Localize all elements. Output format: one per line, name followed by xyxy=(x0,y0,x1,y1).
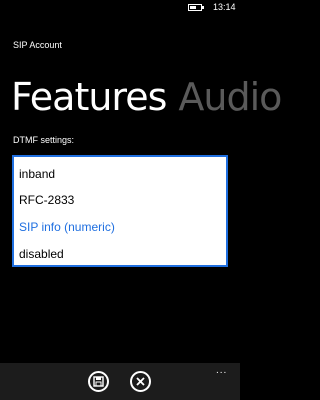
save-icon xyxy=(93,376,104,387)
status-bar: 13:14 xyxy=(0,0,240,16)
app-title: SIP Account xyxy=(13,40,62,50)
more-menu-button[interactable]: ... xyxy=(216,366,227,376)
dtmf-option-disabled[interactable]: disabled xyxy=(19,242,219,266)
dtmf-option-inband[interactable]: inband xyxy=(19,162,219,186)
dtmf-options-list[interactable]: inband RFC-2833 SIP info (numeric) disab… xyxy=(12,155,228,267)
dtmf-option-rfc2833[interactable]: RFC-2833 xyxy=(19,188,219,212)
pivot-header: Features Audio xyxy=(11,75,282,119)
dtmf-option-sip-info[interactable]: SIP info (numeric) xyxy=(19,215,219,239)
tab-audio[interactable]: Audio xyxy=(178,75,282,119)
battery-icon xyxy=(188,4,204,11)
cancel-button[interactable] xyxy=(130,371,151,392)
save-button[interactable] xyxy=(88,371,109,392)
status-clock: 13:14 xyxy=(213,2,236,12)
dtmf-settings-label: DTMF settings: xyxy=(13,135,75,145)
close-icon xyxy=(136,377,145,386)
tab-features[interactable]: Features xyxy=(11,75,167,119)
app-bar: ... xyxy=(0,363,240,400)
